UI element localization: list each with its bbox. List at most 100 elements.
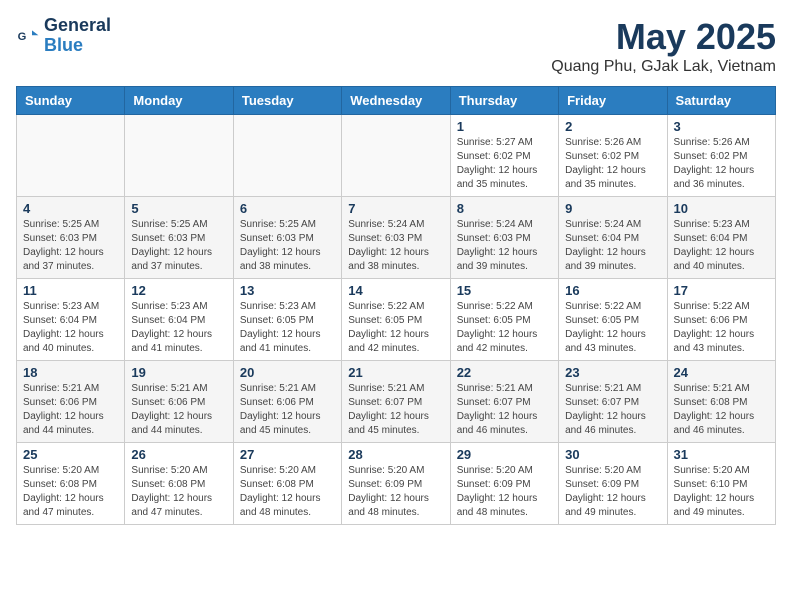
calendar-week-row: 1 Sunrise: 5:27 AMSunset: 6:02 PMDaylight…: [17, 115, 776, 197]
day-number: 1: [457, 119, 552, 134]
day-info: Sunrise: 5:20 AMSunset: 6:08 PMDaylight:…: [23, 464, 118, 520]
day-number: 6: [240, 201, 335, 216]
day-info: Sunrise: 5:24 AMSunset: 6:03 PMDaylight:…: [348, 218, 443, 274]
day-number: 15: [457, 283, 552, 298]
day-info: Sunrise: 5:21 AMSunset: 6:06 PMDaylight:…: [240, 382, 335, 438]
day-info: Sunrise: 5:21 AMSunset: 6:08 PMDaylight:…: [674, 382, 769, 438]
day-info: Sunrise: 5:25 AMSunset: 6:03 PMDaylight:…: [131, 218, 226, 274]
main-title: May 2025: [551, 16, 776, 58]
day-number: 5: [131, 201, 226, 216]
calendar-day-cell: 12Sunrise: 5:23 AMSunset: 6:04 PMDayligh…: [125, 279, 233, 361]
calendar-week-row: 18 Sunrise: 5:21 AMSunset: 6:06 PMDayligh…: [17, 361, 776, 443]
calendar-day-cell: [125, 115, 233, 197]
day-info: Sunrise: 5:23 AMSunset: 6:04 PMDaylight:…: [131, 300, 226, 356]
weekday-header: Sunday: [17, 87, 125, 115]
day-number: 16: [565, 283, 660, 298]
calendar-day-cell: 4Sunrise: 5:25 AMSunset: 6:03 PMDaylight…: [17, 197, 125, 279]
day-info: Sunrise: 5:26 AMSunset: 6:02 PMDaylight:…: [565, 136, 660, 192]
weekday-header: Saturday: [667, 87, 775, 115]
calendar-day-cell: 31 Sunrise: 5:20 AMSunset: 6:10 PMDayligh…: [667, 443, 775, 525]
day-number: 7: [348, 201, 443, 216]
calendar-day-cell: 30 Sunrise: 5:20 AMSunset: 6:09 PMDayligh…: [559, 443, 667, 525]
calendar-day-cell: 29 Sunrise: 5:20 AMSunset: 6:09 PMDayligh…: [450, 443, 558, 525]
day-number: 2: [565, 119, 660, 134]
day-info: Sunrise: 5:21 AMSunset: 6:07 PMDaylight:…: [457, 382, 552, 438]
day-number: 17: [674, 283, 769, 298]
calendar-header-row: SundayMondayTuesdayWednesdayThursdayFrid…: [17, 87, 776, 115]
calendar-day-cell: 24 Sunrise: 5:21 AMSunset: 6:08 PMDayligh…: [667, 361, 775, 443]
day-info: Sunrise: 5:23 AMSunset: 6:04 PMDaylight:…: [23, 300, 118, 356]
day-info: Sunrise: 5:22 AMSunset: 6:05 PMDaylight:…: [348, 300, 443, 356]
day-info: Sunrise: 5:21 AMSunset: 6:07 PMDaylight:…: [565, 382, 660, 438]
day-info: Sunrise: 5:27 AMSunset: 6:02 PMDaylight:…: [457, 136, 552, 192]
calendar-day-cell: 1 Sunrise: 5:27 AMSunset: 6:02 PMDaylight…: [450, 115, 558, 197]
day-number: 20: [240, 365, 335, 380]
calendar-day-cell: 7 Sunrise: 5:24 AMSunset: 6:03 PMDaylight…: [342, 197, 450, 279]
calendar-day-cell: 3Sunrise: 5:26 AMSunset: 6:02 PMDaylight…: [667, 115, 775, 197]
day-number: 26: [131, 447, 226, 462]
day-number: 13: [240, 283, 335, 298]
day-info: Sunrise: 5:22 AMSunset: 6:05 PMDaylight:…: [565, 300, 660, 356]
day-info: Sunrise: 5:23 AMSunset: 6:04 PMDaylight:…: [674, 218, 769, 274]
calendar-day-cell: [17, 115, 125, 197]
calendar-day-cell: 18 Sunrise: 5:21 AMSunset: 6:06 PMDayligh…: [17, 361, 125, 443]
day-number: 21: [348, 365, 443, 380]
weekday-header: Monday: [125, 87, 233, 115]
day-info: Sunrise: 5:20 AMSunset: 6:10 PMDaylight:…: [674, 464, 769, 520]
svg-text:G: G: [18, 31, 27, 43]
day-number: 10: [674, 201, 769, 216]
day-number: 14: [348, 283, 443, 298]
day-info: Sunrise: 5:20 AMSunset: 6:08 PMDaylight:…: [131, 464, 226, 520]
calendar-day-cell: 9 Sunrise: 5:24 AMSunset: 6:04 PMDaylight…: [559, 197, 667, 279]
day-info: Sunrise: 5:22 AMSunset: 6:05 PMDaylight:…: [457, 300, 552, 356]
calendar-day-cell: 14 Sunrise: 5:22 AMSunset: 6:05 PMDayligh…: [342, 279, 450, 361]
day-info: Sunrise: 5:20 AMSunset: 6:09 PMDaylight:…: [565, 464, 660, 520]
logo-icon: G: [16, 24, 40, 48]
day-number: 11: [23, 283, 118, 298]
day-number: 31: [674, 447, 769, 462]
title-section: May 2025 Quang Phu, GJak Lak, Vietnam: [551, 16, 776, 76]
weekday-header: Thursday: [450, 87, 558, 115]
calendar-day-cell: 28Sunrise: 5:20 AMSunset: 6:09 PMDayligh…: [342, 443, 450, 525]
day-info: Sunrise: 5:24 AMSunset: 6:03 PMDaylight:…: [457, 218, 552, 274]
calendar-week-row: 4 Sunrise: 5:25 AMSunset: 6:03 PMDaylight…: [17, 197, 776, 279]
calendar-day-cell: 21 Sunrise: 5:21 AMSunset: 6:07 PMDayligh…: [342, 361, 450, 443]
day-number: 22: [457, 365, 552, 380]
calendar-day-cell: 26 Sunrise: 5:20 AMSunset: 6:08 PMDayligh…: [125, 443, 233, 525]
day-number: 9: [565, 201, 660, 216]
calendar-day-cell: 8 Sunrise: 5:24 AMSunset: 6:03 PMDaylight…: [450, 197, 558, 279]
day-number: 4: [23, 201, 118, 216]
day-info: Sunrise: 5:21 AMSunset: 6:06 PMDaylight:…: [23, 382, 118, 438]
calendar-day-cell: 25 Sunrise: 5:20 AMSunset: 6:08 PMDayligh…: [17, 443, 125, 525]
day-info: Sunrise: 5:22 AMSunset: 6:06 PMDaylight:…: [674, 300, 769, 356]
logo-text: General Blue: [44, 16, 111, 56]
day-number: 30: [565, 447, 660, 462]
calendar-table: SundayMondayTuesdayWednesdayThursdayFrid…: [16, 86, 776, 525]
calendar-day-cell: 16 Sunrise: 5:22 AMSunset: 6:05 PMDayligh…: [559, 279, 667, 361]
day-number: 3: [674, 119, 769, 134]
calendar-day-cell: 5 Sunrise: 5:25 AMSunset: 6:03 PMDaylight…: [125, 197, 233, 279]
day-info: Sunrise: 5:20 AMSunset: 6:09 PMDaylight:…: [457, 464, 552, 520]
day-info: Sunrise: 5:24 AMSunset: 6:04 PMDaylight:…: [565, 218, 660, 274]
weekday-header: Friday: [559, 87, 667, 115]
day-number: 29: [457, 447, 552, 462]
day-number: 25: [23, 447, 118, 462]
day-number: 8: [457, 201, 552, 216]
calendar-day-cell: 17 Sunrise: 5:22 AMSunset: 6:06 PMDayligh…: [667, 279, 775, 361]
calendar-day-cell: 23Sunrise: 5:21 AMSunset: 6:07 PMDayligh…: [559, 361, 667, 443]
day-info: Sunrise: 5:21 AMSunset: 6:06 PMDaylight:…: [131, 382, 226, 438]
calendar-day-cell: 2 Sunrise: 5:26 AMSunset: 6:02 PMDaylight…: [559, 115, 667, 197]
subtitle: Quang Phu, GJak Lak, Vietnam: [551, 58, 776, 76]
day-info: Sunrise: 5:21 AMSunset: 6:07 PMDaylight:…: [348, 382, 443, 438]
day-info: Sunrise: 5:25 AMSunset: 6:03 PMDaylight:…: [240, 218, 335, 274]
calendar-week-row: 11 Sunrise: 5:23 AMSunset: 6:04 PMDayligh…: [17, 279, 776, 361]
calendar-day-cell: [342, 115, 450, 197]
day-info: Sunrise: 5:20 AMSunset: 6:09 PMDaylight:…: [348, 464, 443, 520]
calendar-week-row: 25 Sunrise: 5:20 AMSunset: 6:08 PMDayligh…: [17, 443, 776, 525]
day-number: 27: [240, 447, 335, 462]
weekday-header: Tuesday: [233, 87, 341, 115]
calendar-day-cell: 20 Sunrise: 5:21 AMSunset: 6:06 PMDayligh…: [233, 361, 341, 443]
day-number: 24: [674, 365, 769, 380]
logo: G General Blue: [16, 16, 111, 56]
day-number: 18: [23, 365, 118, 380]
